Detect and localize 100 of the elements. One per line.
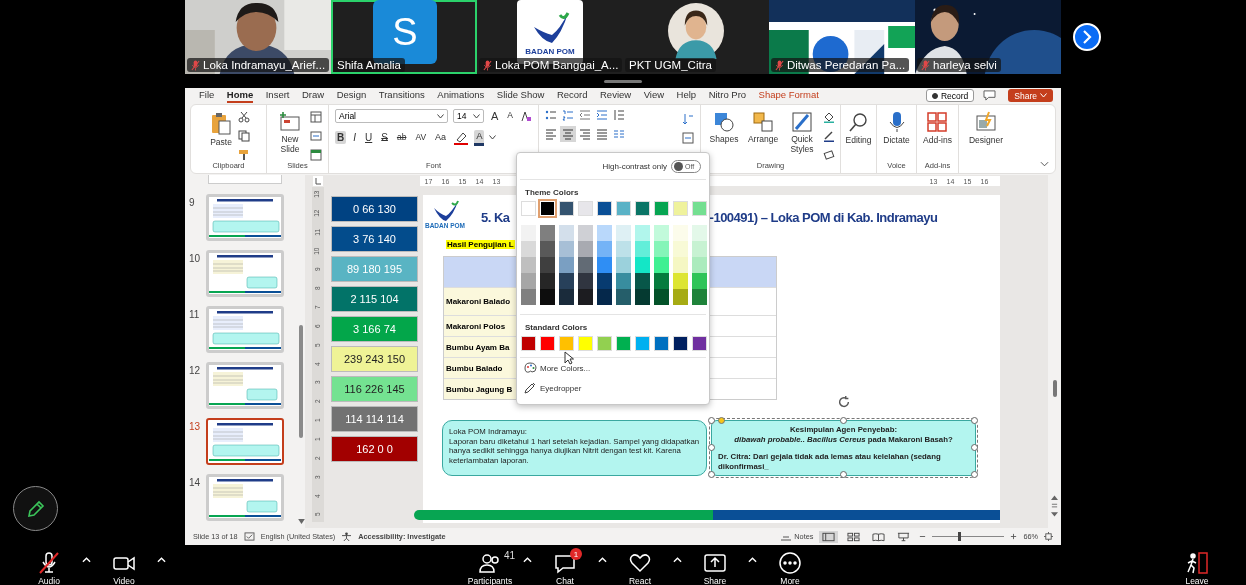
annotate-button[interactable] (13, 486, 58, 531)
color-swatch[interactable] (597, 225, 612, 241)
video-tile[interactable]: Ditwas Peredaran Pa... (769, 0, 915, 74)
record-button[interactable]: Record (925, 89, 975, 102)
layout-icon[interactable] (310, 111, 322, 123)
color-swatch[interactable] (597, 336, 612, 351)
color-swatch[interactable] (635, 201, 650, 216)
ribbon-tab[interactable]: Record (556, 88, 588, 103)
color-swatch[interactable] (616, 241, 631, 257)
align-icon[interactable] (596, 128, 608, 140)
color-swatch[interactable] (673, 257, 688, 273)
slide-thumbnail[interactable] (206, 418, 284, 465)
color-swatch[interactable] (673, 201, 688, 216)
color-swatch[interactable] (578, 273, 593, 289)
color-swatch[interactable] (540, 273, 555, 289)
color-swatch[interactable] (521, 225, 536, 241)
color-swatch[interactable] (673, 289, 688, 305)
color-swatch[interactable] (597, 273, 612, 289)
resize-handle[interactable] (971, 444, 978, 451)
caret-icon[interactable] (489, 135, 497, 141)
scissors-icon[interactable] (238, 111, 250, 123)
ribbon-tab[interactable]: Design (336, 88, 367, 103)
ribbon-tab[interactable]: Review (600, 88, 632, 103)
font-size-step-button[interactable]: A (505, 110, 515, 122)
text-direction-icon[interactable] (682, 113, 694, 125)
editing-button[interactable]: Editing (843, 109, 874, 147)
color-swatch[interactable] (540, 336, 555, 351)
color-swatch[interactable] (692, 225, 707, 241)
align-icon[interactable] (545, 128, 557, 140)
numbering-icon[interactable] (562, 109, 574, 121)
color-swatch[interactable] (521, 241, 536, 257)
drawing-button[interactable]: Arrange (745, 109, 781, 147)
color-swatch[interactable] (540, 289, 555, 305)
fill-bucket-icon[interactable] (823, 111, 835, 123)
color-swatch[interactable] (654, 225, 669, 241)
font-size-field[interactable]: 14 (453, 109, 484, 124)
adjust-handle[interactable] (718, 417, 725, 424)
resize-handle[interactable] (839, 417, 847, 424)
fit-slide-icon[interactable] (1044, 532, 1053, 541)
rotate-handle-icon[interactable] (836, 395, 851, 409)
color-swatch[interactable] (578, 241, 593, 257)
reset-icon[interactable] (310, 130, 322, 142)
slide-thumbnail[interactable] (206, 474, 284, 521)
new-slide-button[interactable]: New Slide (273, 109, 307, 157)
color-swatch[interactable] (654, 336, 669, 351)
ribbon-tab[interactable]: Transitions (378, 88, 425, 103)
color-swatch[interactable] (654, 257, 669, 273)
color-swatch[interactable] (654, 289, 669, 305)
resize-handle[interactable] (971, 417, 978, 424)
line-spacing-icon[interactable] (613, 109, 625, 121)
format-button[interactable]: B (335, 131, 347, 145)
color-swatch[interactable] (616, 336, 631, 351)
color-swatch[interactable] (540, 225, 555, 241)
font-name-field[interactable]: Arial (335, 109, 448, 124)
scrollbar-thumb[interactable] (299, 325, 303, 438)
toolbar-button[interactable]: More (761, 545, 819, 585)
color-swatch[interactable] (521, 201, 536, 216)
slide-thumbnail[interactable] (206, 362, 284, 409)
video-tile[interactable]: Loka Indramayu_Arief... (185, 0, 331, 74)
color-swatch[interactable] (578, 201, 593, 216)
color-swatch[interactable] (654, 273, 669, 289)
outline-pen-icon[interactable] (823, 130, 835, 142)
drawing-button[interactable]: Shapes (706, 109, 742, 147)
font-size-step-button[interactable]: A (489, 109, 501, 124)
toolbar-button[interactable]: Share (686, 545, 744, 585)
zoom-in-icon[interactable] (1010, 533, 1018, 540)
color-swatch[interactable] (578, 225, 593, 241)
highlighter-icon[interactable] (453, 130, 470, 145)
collapse-ribbon-icon[interactable] (1040, 161, 1049, 167)
share-button[interactable]: Share (1008, 89, 1053, 102)
ribbon-tab[interactable]: Draw (302, 88, 325, 103)
color-swatch[interactable] (616, 289, 631, 305)
font-color-button[interactable]: A (474, 130, 485, 146)
align-icon[interactable] (562, 128, 574, 140)
color-swatch[interactable] (597, 289, 612, 305)
ribbon-tab[interactable]: View (643, 88, 665, 103)
effects-icon[interactable] (823, 149, 835, 161)
color-swatch[interactable] (616, 273, 631, 289)
color-swatch[interactable] (654, 241, 669, 257)
copy-icon[interactable] (238, 130, 250, 142)
toolbar-button[interactable]: 1 Chat (536, 545, 594, 585)
color-swatch[interactable] (635, 273, 650, 289)
next-page-button[interactable] (1073, 23, 1101, 51)
decrease-indent-icon[interactable] (579, 109, 591, 121)
video-tile[interactable]: BADAN POM Loka POM Banggai_A... (477, 0, 623, 74)
slide-thumbnail[interactable] (206, 194, 284, 241)
color-swatch[interactable] (521, 336, 536, 351)
color-swatch[interactable] (597, 241, 612, 257)
color-swatch[interactable] (692, 241, 707, 257)
zoom-out-icon[interactable] (919, 533, 927, 540)
align-icon[interactable] (579, 128, 591, 140)
increase-indent-icon[interactable] (596, 109, 608, 121)
columns-icon[interactable] (613, 128, 625, 140)
color-swatch[interactable] (559, 225, 574, 241)
color-swatch[interactable] (635, 241, 650, 257)
color-swatch[interactable] (521, 289, 536, 305)
color-swatch[interactable] (692, 289, 707, 305)
color-swatch[interactable] (635, 336, 650, 351)
color-swatch[interactable] (635, 289, 650, 305)
color-swatch[interactable] (540, 241, 555, 257)
